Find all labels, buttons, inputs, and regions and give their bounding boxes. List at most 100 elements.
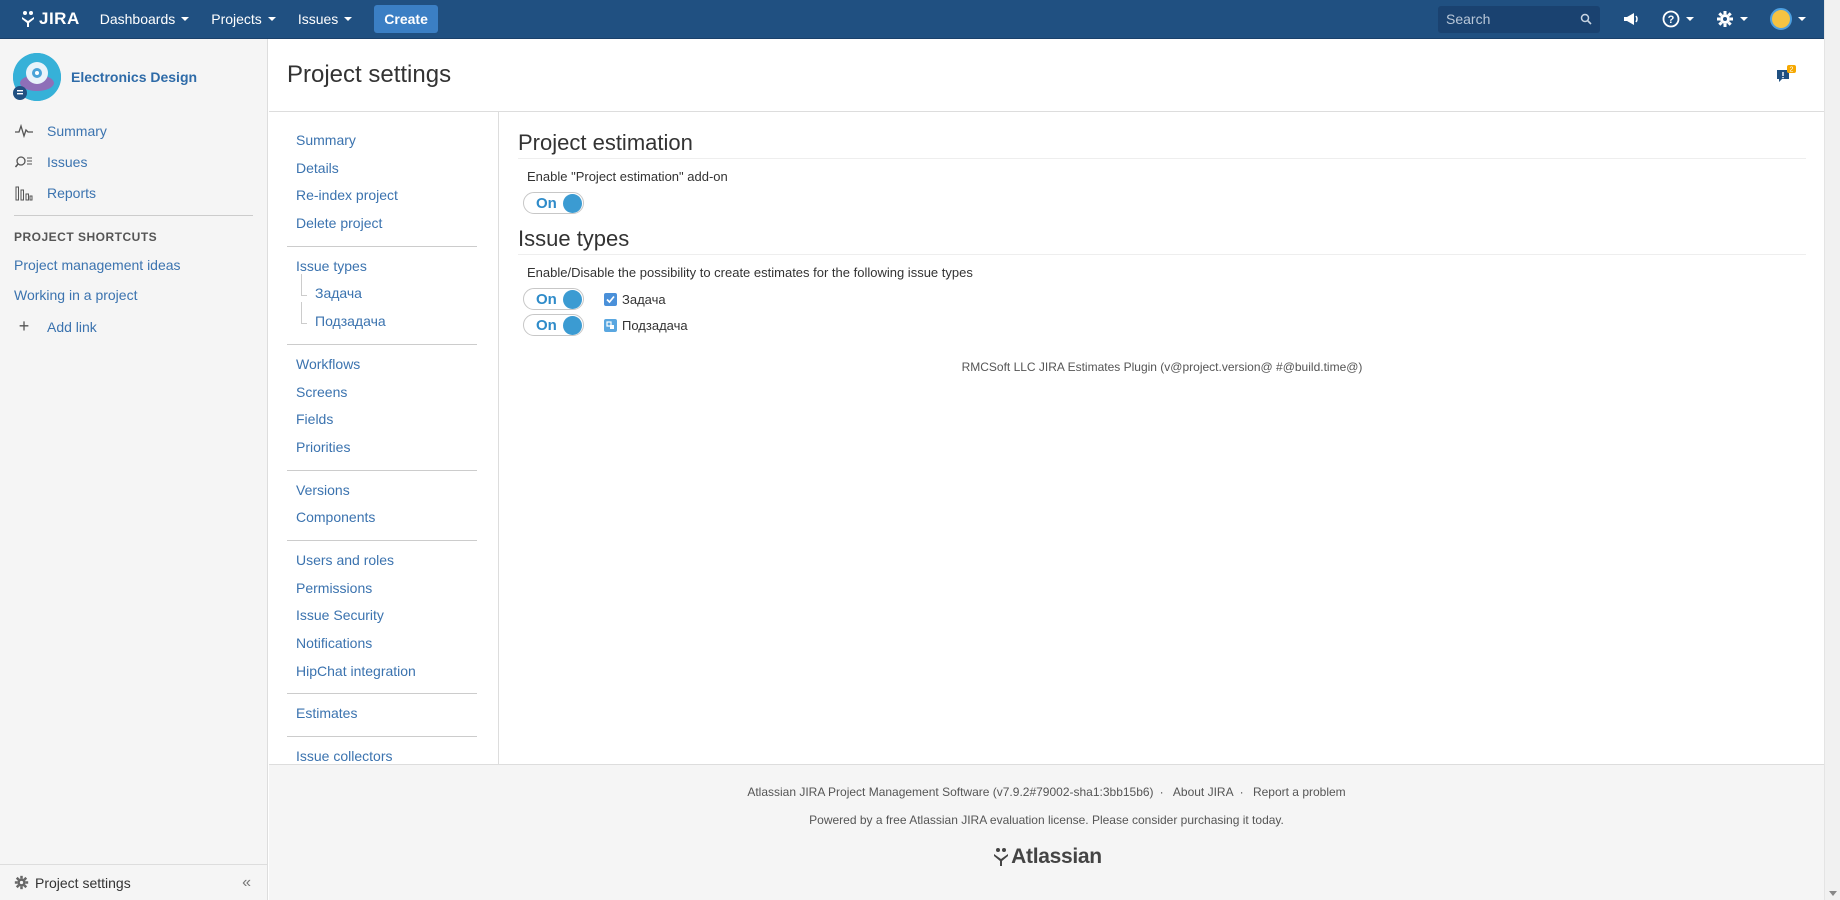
toggle-label: On — [536, 316, 557, 334]
megaphone-icon — [1624, 13, 1638, 25]
toggle-label: On — [536, 290, 557, 308]
project-estimation-title: Project estimation — [518, 130, 1806, 159]
create-button[interactable]: Create — [374, 5, 438, 33]
subnav-issue-type-subtask[interactable]: Подзадача — [287, 302, 498, 340]
report-problem-link[interactable]: Report a problem — [1253, 785, 1346, 799]
project-settings-label: Project settings — [35, 874, 131, 891]
subnav-issue-type-task[interactable]: Задача — [287, 274, 498, 312]
project-estimation-description: Enable "Project estimation" add-on — [527, 169, 728, 184]
issue-type-name: Подзадача — [622, 317, 688, 333]
chevron-down-icon — [181, 17, 190, 21]
dashboards-menu[interactable]: Dashboards — [100, 11, 190, 27]
subnav-details[interactable]: Details — [287, 159, 498, 187]
issue-type-subtask-toggle[interactable]: On — [523, 314, 584, 336]
toggle-label: On — [536, 194, 557, 212]
dashboards-label: Dashboards — [99, 11, 176, 27]
sidebar-divider — [14, 215, 253, 216]
issue-type-row: On Задача — [523, 288, 1806, 310]
projects-menu[interactable]: Projects — [211, 11, 276, 27]
search-input[interactable]: Search — [1438, 5, 1600, 33]
subnav-issue-security[interactable]: Issue Security — [287, 606, 498, 634]
subnav-workflows[interactable]: Workflows — [287, 355, 498, 383]
project-settings-link[interactable]: Project settings « — [0, 864, 267, 900]
feedback-icon: 2 — [1777, 65, 1796, 82]
license-notice: Powered by a free Atlassian JIRA evaluat… — [809, 813, 1284, 827]
sidebar-item-summary[interactable]: Summary — [0, 115, 267, 146]
subnav-users-and-roles[interactable]: Users and roles — [287, 551, 498, 579]
project-avatar[interactable] — [13, 53, 61, 101]
help-menu[interactable]: ? — [1662, 10, 1694, 28]
subnav-hipchat-integration[interactable]: HipChat integration — [287, 662, 498, 690]
atlassian-logo-icon — [994, 848, 1009, 866]
user-menu[interactable] — [1770, 8, 1806, 30]
scroll-down-icon[interactable] — [1829, 891, 1837, 896]
subnav-issue-types[interactable]: Issue types — [287, 257, 498, 285]
vertical-scrollbar[interactable] — [1824, 0, 1840, 900]
subtask-type-icon — [604, 318, 617, 332]
project-shortcuts-heading: PROJECT SHORTCUTS — [14, 230, 158, 244]
subnav-versions[interactable]: Versions — [287, 481, 498, 509]
chevron-down-icon — [1740, 17, 1748, 21]
subnav-fields[interactable]: Fields — [287, 410, 498, 438]
settings-subnav: Summary Details Re-index project Delete … — [269, 112, 499, 764]
about-jira-link[interactable]: About JIRA — [1173, 785, 1234, 799]
subnav-priorities[interactable]: Priorities — [287, 438, 498, 466]
pulse-icon — [14, 123, 34, 138]
chevron-down-icon — [267, 17, 276, 21]
subnav-screens[interactable]: Screens — [287, 383, 498, 411]
subnav-delete-project[interactable]: Delete project — [287, 214, 498, 242]
announcements-button[interactable] — [1622, 11, 1640, 27]
project-avatar-icon — [13, 53, 61, 101]
shortcut-link[interactable]: Working in a project — [0, 280, 267, 310]
jira-logo-icon — [22, 11, 34, 27]
chevron-down-icon — [1798, 17, 1806, 21]
subnav-divider — [287, 469, 477, 471]
page-title: Project settings — [287, 61, 452, 88]
add-link-label: Add link — [47, 318, 97, 335]
task-type-icon — [604, 292, 617, 306]
subnav-estimates[interactable]: Estimates — [287, 704, 498, 732]
sidebar-item-issues[interactable]: Issues — [0, 146, 267, 177]
feedback-count: 2 — [1790, 67, 1794, 74]
search-icon — [1580, 13, 1592, 25]
subnav-divider — [287, 343, 477, 345]
main-content: Project estimation Enable "Project estim… — [518, 112, 1806, 374]
plugin-version-note: RMCSoft LLC JIRA Estimates Plugin (v@pro… — [961, 360, 1363, 374]
plus-icon: + — [18, 316, 30, 336]
project-sidebar: Electronics Design Summary Issues Report… — [0, 39, 268, 900]
subnav-notifications[interactable]: Notifications — [287, 634, 498, 662]
atlassian-logo[interactable]: Atlassian — [991, 845, 1102, 869]
top-navigation-bar: JIRA Dashboards Projects Issues Create S… — [0, 0, 1824, 39]
issue-types-description: Enable/Disable the possibility to create… — [527, 265, 973, 280]
sidebar-item-label: Issues — [47, 153, 88, 170]
toggle-knob — [563, 316, 582, 335]
shortcut-link[interactable]: Project management ideas — [0, 250, 267, 280]
collapse-sidebar-button[interactable]: « — [242, 874, 251, 892]
subnav-divider — [287, 736, 477, 738]
subnav-components[interactable]: Components — [287, 508, 498, 536]
issues-menu[interactable]: Issues — [297, 11, 353, 27]
subnav-divider — [287, 539, 477, 541]
svg-text:?: ? — [1668, 14, 1675, 26]
project-name-link[interactable]: Electronics Design — [71, 69, 197, 85]
settings-menu[interactable] — [1716, 10, 1748, 28]
issue-type-task-toggle[interactable]: On — [523, 288, 584, 310]
subnav-divider — [287, 245, 477, 247]
sidebar-item-reports[interactable]: Reports — [0, 177, 267, 208]
issue-type-row: On Подзадача — [523, 314, 1806, 336]
jira-logo[interactable]: JIRA — [19, 9, 80, 29]
issues-search-icon — [14, 155, 34, 169]
subnav-summary[interactable]: Summary — [287, 131, 498, 159]
issues-label: Issues — [297, 11, 339, 27]
subnav-permissions[interactable]: Permissions — [287, 579, 498, 607]
gear-icon — [14, 875, 29, 890]
sidebar-item-label: Summary — [47, 122, 107, 139]
gear-icon — [1717, 11, 1733, 27]
add-link-button[interactable]: + Add link — [0, 310, 267, 343]
feedback-button[interactable]: 2 — [1776, 65, 1796, 88]
toggle-knob — [563, 290, 582, 309]
project-estimation-toggle[interactable]: On — [523, 192, 584, 214]
toggle-knob — [563, 194, 582, 213]
avatar — [1770, 8, 1792, 30]
subnav-reindex-project[interactable]: Re-index project — [287, 186, 498, 214]
